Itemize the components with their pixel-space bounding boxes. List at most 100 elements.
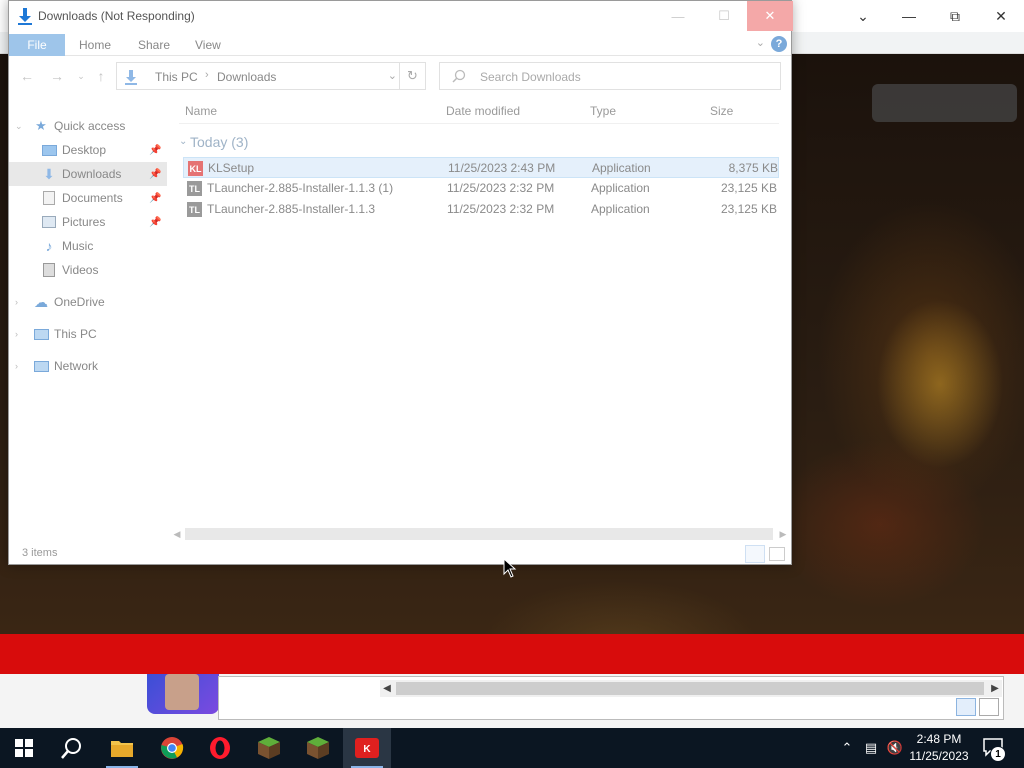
tab-share[interactable]: Share [124, 34, 184, 56]
close-button[interactable]: ✕ [747, 1, 793, 31]
file-size: 23,125 KB [720, 181, 777, 195]
clock-time[interactable]: 2:48 PM [910, 732, 968, 746]
breadcrumb-downloads[interactable]: Downloads [217, 70, 276, 84]
group-header[interactable]: ⌄ Today (3) [179, 132, 779, 154]
scrollbar-thumb[interactable] [396, 682, 984, 695]
star-icon: ★ [35, 118, 47, 133]
expand-ribbon-icon[interactable]: ⌄ [756, 36, 765, 49]
breadcrumb-this-pc[interactable]: This PC [155, 70, 198, 84]
file-row[interactable]: TL TLauncher-2.885-Installer-1.1.3 11/25… [183, 199, 779, 220]
search-button[interactable] [48, 728, 96, 768]
chevron-down-icon[interactable]: ⌄ [840, 4, 886, 28]
volume-muted-icon[interactable]: 🔇 [886, 738, 904, 758]
network-icon [33, 359, 49, 373]
overlay-pill[interactable] [872, 84, 1017, 122]
nav-quick-access[interactable]: ⌄ ★ Quick access [9, 114, 167, 138]
address-row: ← → ⌄ ↑ This PC › Downloads ⌄ ↻ Search D… [9, 57, 791, 95]
scroll-right-icon[interactable]: ▶ [776, 527, 790, 541]
details-view-icon[interactable] [956, 698, 976, 716]
taskbar-chrome[interactable] [148, 728, 196, 768]
nav-network[interactable]: › Network [9, 354, 167, 378]
pin-icon[interactable]: 📌 [149, 145, 161, 156]
forward-arrow-icon[interactable]: → [47, 66, 67, 86]
window-title: Downloads (Not Responding) [38, 9, 195, 23]
ribbon: File Home Share View ⌄ ? [9, 32, 791, 56]
address-dropdown-icon[interactable]: ⌄ [388, 69, 397, 82]
horizontal-scrollbar[interactable]: ◀ ▶ [169, 526, 791, 543]
tab-view[interactable]: View [181, 34, 235, 56]
nav-this-pc[interactable]: › This PC [9, 322, 167, 346]
address-bar[interactable]: This PC › Downloads ⌄ ↻ [116, 62, 426, 90]
close-button[interactable]: ✕ [978, 4, 1024, 28]
kaspersky-icon: K [355, 738, 379, 758]
file-type: Application [591, 202, 650, 216]
file-date: 11/25/2023 2:32 PM [447, 181, 555, 195]
pin-icon[interactable]: 📌 [149, 217, 161, 228]
nav-item-videos[interactable]: Videos [9, 258, 167, 282]
back-arrow-icon[interactable]: ← [17, 66, 37, 86]
nav-label: Downloads [62, 167, 122, 181]
expand-arrow-icon[interactable]: › [15, 329, 18, 339]
network-icon[interactable]: ▤ [862, 738, 880, 758]
tlauncher-app-icon: TL [187, 202, 202, 217]
nav-item-music[interactable]: ♪ Music [9, 234, 167, 258]
expand-arrow-icon[interactable]: › [15, 297, 18, 307]
tab-home[interactable]: Home [65, 34, 125, 56]
scroll-left-icon[interactable]: ◀ [170, 527, 184, 541]
large-icons-view-icon[interactable] [979, 698, 999, 716]
file-date: 11/25/2023 2:32 PM [447, 202, 555, 216]
pin-icon[interactable]: 📌 [149, 193, 161, 204]
taskbar-minecraft[interactable] [245, 728, 293, 768]
tab-file[interactable]: File [9, 34, 65, 56]
file-name: TLauncher-2.885-Installer-1.1.3 (1) [207, 181, 394, 195]
nav-item-pictures[interactable]: Pictures 📌 [9, 210, 167, 234]
search-icon [61, 738, 81, 759]
minimize-button[interactable]: — [886, 4, 932, 28]
download-arrow-icon [18, 8, 32, 25]
windows-logo-icon [15, 739, 33, 757]
scrollbar-thumb[interactable] [185, 528, 773, 540]
pin-icon[interactable]: 📌 [149, 169, 161, 180]
scroll-left-icon[interactable]: ◀ [380, 680, 394, 697]
large-icons-view-icon[interactable] [769, 547, 785, 561]
column-header-type[interactable]: Type [590, 104, 616, 118]
download-arrow-icon: ⬇ [43, 165, 55, 182]
show-hidden-icons-icon[interactable]: ⌃ [838, 738, 856, 758]
taskbar-file-explorer[interactable] [98, 728, 146, 768]
column-header-name[interactable]: Name [185, 104, 217, 118]
nav-item-desktop[interactable]: Desktop 📌 [9, 138, 167, 162]
recent-locations-icon[interactable]: ⌄ [71, 66, 91, 86]
music-note-icon: ♪ [45, 238, 53, 254]
collapse-arrow-icon[interactable]: ⌄ [179, 136, 187, 147]
videos-icon [41, 263, 57, 277]
cloud-icon: ☁ [34, 293, 48, 310]
nav-item-documents[interactable]: Documents 📌 [9, 186, 167, 210]
maximize-button[interactable]: ☐ [701, 1, 747, 31]
file-list: Name Date modified Type Size ⌄ Today (3)… [179, 96, 791, 536]
taskbar-kaspersky[interactable]: K [343, 728, 391, 768]
details-view-icon[interactable] [745, 545, 765, 563]
minimize-button[interactable]: — [655, 1, 701, 31]
expand-arrow-icon[interactable]: ⌄ [15, 121, 23, 132]
breadcrumb-separator-icon[interactable]: › [205, 69, 209, 81]
start-button[interactable] [0, 728, 48, 768]
scroll-right-icon[interactable]: ▶ [988, 680, 1002, 697]
search-input[interactable]: Search Downloads [439, 62, 781, 90]
column-header-size[interactable]: Size [710, 104, 733, 118]
refresh-icon[interactable]: ↻ [399, 63, 425, 89]
nav-onedrive[interactable]: › ☁ OneDrive [9, 290, 167, 314]
nav-item-downloads[interactable]: ⬇ Downloads 📌 [9, 162, 167, 186]
taskbar-opera[interactable] [196, 728, 244, 768]
file-row[interactable]: TL TLauncher-2.885-Installer-1.1.3 (1) 1… [183, 178, 779, 199]
restore-button[interactable]: ⧉ [932, 4, 978, 28]
search-icon [452, 69, 466, 83]
file-row[interactable]: KL KLSetup 11/25/2023 2:43 PM Applicatio… [183, 157, 779, 178]
taskbar-minecraft[interactable] [294, 728, 342, 768]
column-header-date[interactable]: Date modified [446, 104, 520, 118]
help-icon[interactable]: ? [771, 36, 787, 52]
up-arrow-icon[interactable]: ↑ [91, 66, 111, 86]
thumbnail-image[interactable] [147, 674, 219, 714]
expand-arrow-icon[interactable]: › [15, 361, 18, 371]
clock-date[interactable]: 11/25/2023 [904, 749, 974, 763]
explorer-titlebar[interactable]: Downloads (Not Responding) — ☐ ✕ [9, 1, 793, 32]
